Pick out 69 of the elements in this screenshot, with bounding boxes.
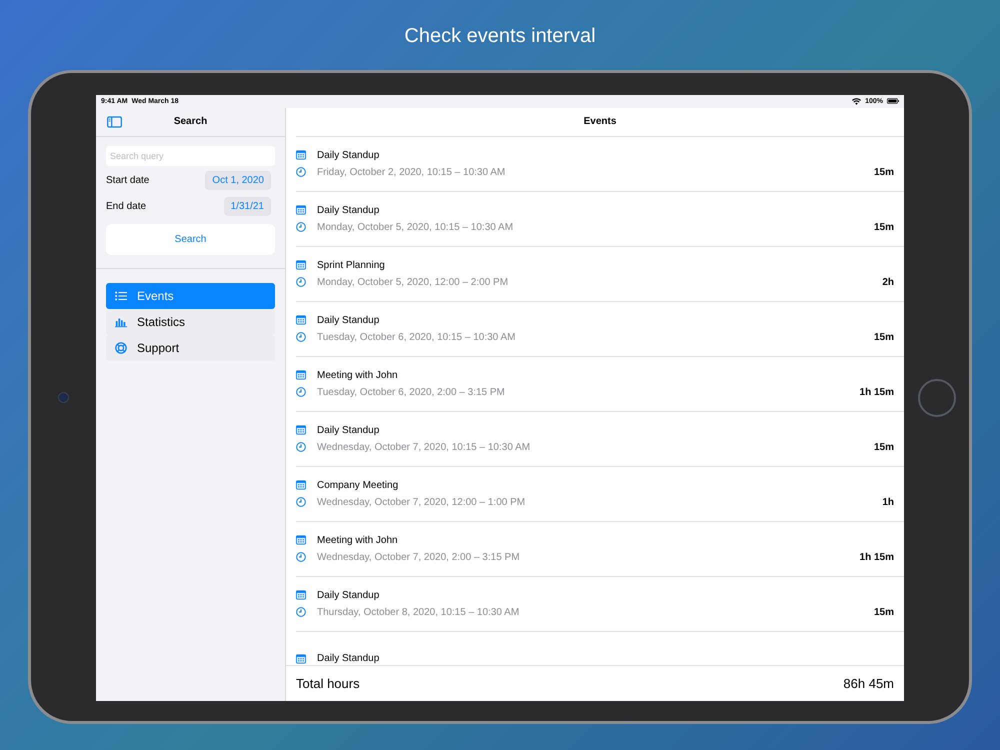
event-time: Tuesday, October 6, 2020, 2:00 – 3:15 PM xyxy=(317,386,505,398)
camera-icon xyxy=(58,392,69,403)
calendar-icon xyxy=(296,260,306,270)
lifebuoy-icon xyxy=(115,342,127,354)
event-title: Company Meeting xyxy=(317,480,398,490)
event-title: Daily Standup xyxy=(317,204,380,216)
event-time: Wednesday, October 7, 2020, 10:15 – 10:30 AM xyxy=(317,442,530,452)
start-date-label: Start date xyxy=(106,175,150,186)
sidebar-item[interactable]: Support xyxy=(106,334,275,360)
event-title: Daily Standup xyxy=(317,150,380,160)
end-date-picker[interactable]: 1/31/21 xyxy=(224,197,271,216)
event-time: Monday, October 5, 2020, 10:15 – 10:30 AM xyxy=(317,222,514,232)
battery-icon xyxy=(887,98,899,104)
event-duration: 15m xyxy=(874,166,894,178)
event-duration: 15m xyxy=(874,332,894,342)
search-field[interactable]: Search query xyxy=(106,146,275,166)
sidebar-item[interactable]: Statistics xyxy=(106,308,275,334)
event-duration: 1h xyxy=(882,496,894,508)
home-button[interactable] xyxy=(918,378,956,416)
headline: Check events interval xyxy=(404,24,596,48)
sidebar-title: Search xyxy=(174,116,208,127)
wifi-icon xyxy=(852,98,862,104)
event-duration: 1h 15m xyxy=(860,552,894,562)
event-duration: 2h xyxy=(882,276,894,288)
clock-icon xyxy=(296,332,306,342)
event-title: Daily Standup xyxy=(317,653,380,664)
clock-icon xyxy=(296,442,306,452)
list-icon xyxy=(115,290,127,302)
search-button[interactable]: Search xyxy=(106,224,275,254)
clock-icon xyxy=(296,552,306,562)
event-title: Daily Standup xyxy=(317,314,380,326)
calendar-icon xyxy=(296,535,306,545)
event-title: Daily Standup xyxy=(317,424,380,436)
calendar-icon xyxy=(296,654,306,664)
clock-icon xyxy=(296,497,306,507)
calendar-icon xyxy=(296,370,306,380)
event-time: Tuesday, October 6, 2020, 10:15 – 10:30 AM xyxy=(317,332,516,342)
sidebar-item[interactable]: Events xyxy=(106,282,275,308)
total-label: Total hours xyxy=(296,676,360,690)
event-time: Friday, October 2, 2020, 10:15 – 10:30 AM xyxy=(317,166,506,178)
event-title: Daily Standup xyxy=(317,590,380,600)
event-title: Meeting with John xyxy=(317,370,398,380)
total-value: 86h 45m xyxy=(843,676,894,690)
calendar-icon xyxy=(296,205,306,215)
event-time: Thursday, October 8, 2020, 10:15 – 10:30 AM xyxy=(317,606,520,618)
calendar-icon xyxy=(296,150,306,160)
event-title: Meeting with John xyxy=(317,534,398,546)
sidebar-toggle-icon[interactable] xyxy=(107,116,122,128)
calendar-icon xyxy=(296,315,306,325)
event-title: Sprint Planning xyxy=(317,260,385,270)
events-title: Events xyxy=(584,116,616,127)
event-duration: 15m xyxy=(874,606,894,618)
event-duration: 1h 15m xyxy=(860,386,894,398)
calendar-icon xyxy=(296,480,306,490)
event-time: Wednesday, October 7, 2020, 2:00 – 3:15 PM xyxy=(317,552,520,562)
clock-icon xyxy=(296,387,306,397)
clock-icon xyxy=(296,277,306,287)
event-time: Monday, October 5, 2020, 12:00 – 2:00 PM xyxy=(317,276,508,288)
start-date-picker[interactable]: Oct 1, 2020 xyxy=(205,171,271,190)
end-date-label: End date xyxy=(106,201,146,212)
event-duration: 15m xyxy=(874,222,894,232)
clock-icon xyxy=(296,222,306,232)
clock-icon xyxy=(296,167,306,177)
bar-chart-icon xyxy=(115,316,127,328)
event-duration: 15m xyxy=(874,442,894,452)
calendar-icon xyxy=(296,425,306,435)
calendar-icon xyxy=(296,590,306,600)
clock-icon xyxy=(296,607,306,617)
event-time: Wednesday, October 7, 2020, 12:00 – 1:00 PM xyxy=(317,496,526,508)
